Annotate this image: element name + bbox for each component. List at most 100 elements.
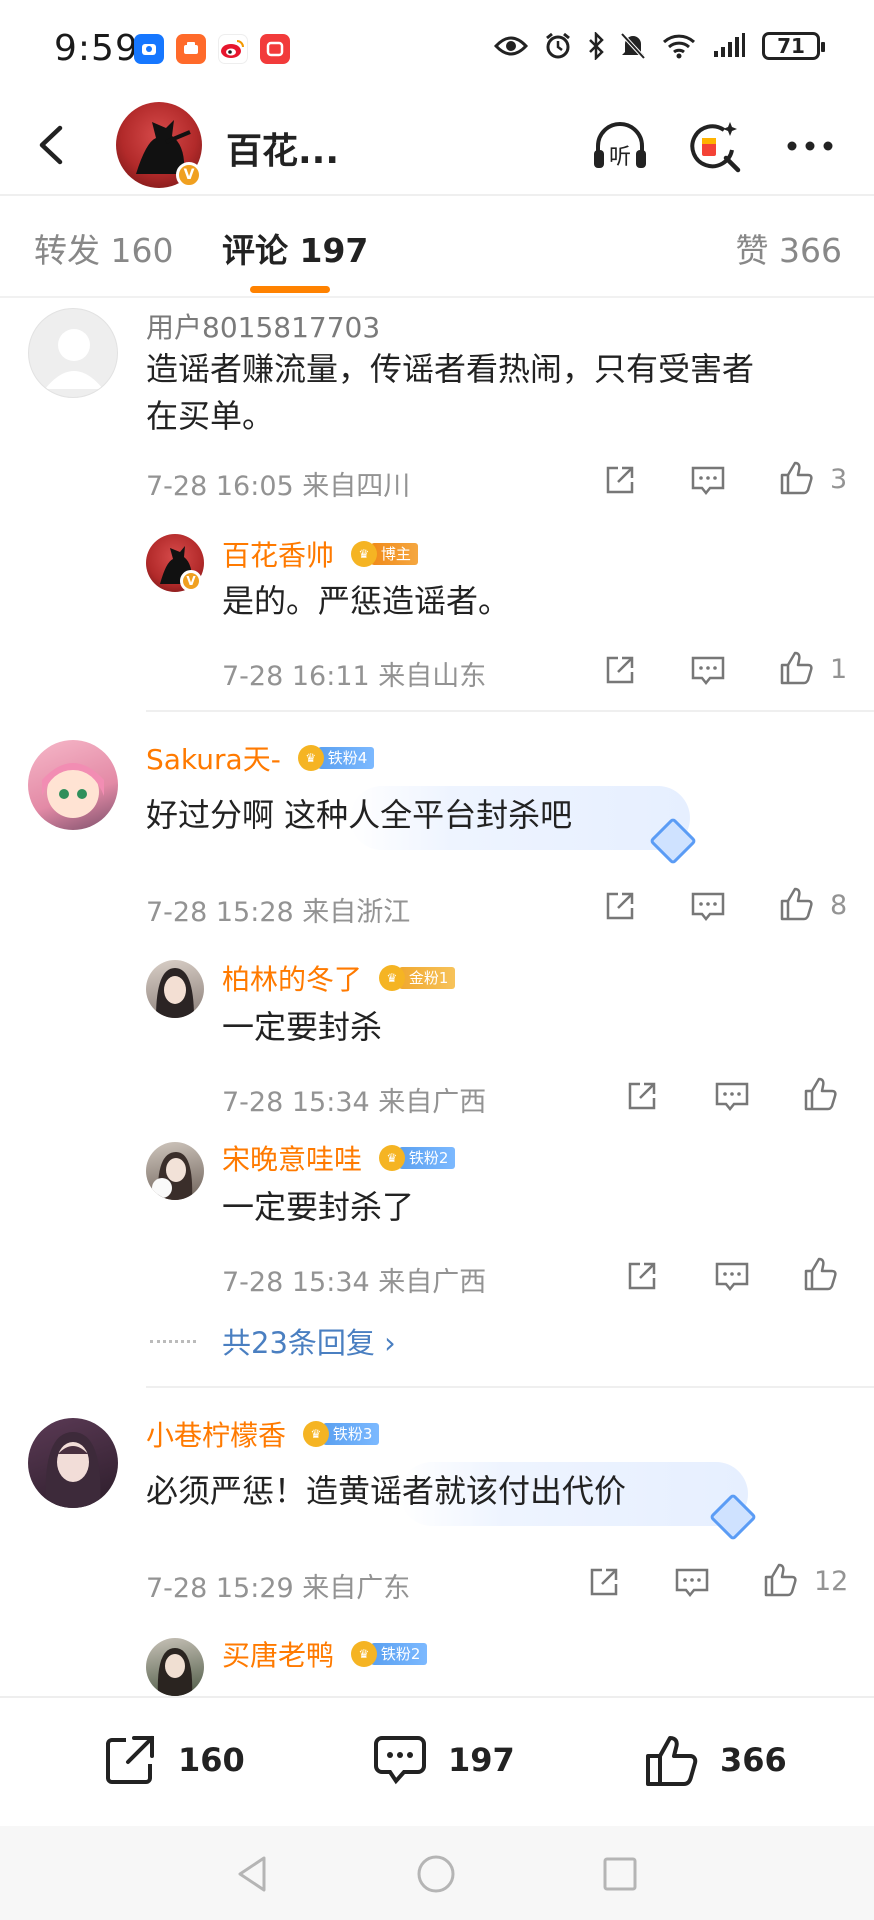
tab-likes[interactable]: 赞 366 (736, 224, 842, 272)
reply-text: 是的。严惩造谣者。 (222, 582, 511, 620)
weibo-icon (218, 34, 248, 64)
app-icon-red (260, 34, 290, 64)
app-icon-blue (134, 34, 164, 64)
like-icon[interactable] (776, 884, 816, 924)
comment-icon[interactable] (712, 1076, 752, 1116)
app-icon-orange (176, 34, 206, 64)
tab-comments[interactable]: 评论 197 (222, 224, 368, 272)
comment-icon[interactable] (688, 650, 728, 690)
nav-recents-icon[interactable] (598, 1852, 642, 1896)
reply-meta: 7-28 15:34 来自广西 (222, 1087, 487, 1118)
reply-meta: 7-28 15:34 来自广西 (222, 1267, 487, 1298)
nav-back-icon[interactable] (232, 1852, 276, 1896)
badge-label: 铁粉2 (370, 1643, 428, 1665)
comment-text-line: 在买单。 (146, 397, 275, 435)
title-bar: V 百花... 听 (0, 100, 874, 194)
crown-icon: ♛ (350, 1641, 377, 1667)
comment-icon[interactable] (688, 886, 728, 926)
share-icon[interactable] (584, 1562, 624, 1602)
like-icon[interactable] (776, 648, 816, 688)
fan-badge: ♛ 铁粉3 (302, 1421, 380, 1447)
reply-username[interactable]: 百花香帅 ♛ 博主 (222, 534, 418, 574)
repost-button[interactable]: 160 (100, 1730, 245, 1790)
wifi-icon (662, 34, 696, 59)
more-replies-link[interactable]: 共23条回复 › (222, 1320, 396, 1362)
fan-badge: ♛ 铁粉4 (297, 745, 375, 771)
comment-username[interactable]: 用户8015817703 (146, 306, 380, 346)
like-count: 12 (814, 1566, 849, 1597)
reply-username[interactable]: 柏林的冬了 ♛ 金粉1 (222, 958, 456, 998)
comment-separator (146, 710, 874, 712)
more-options-icon[interactable] (780, 116, 840, 176)
fan-badge: ♛ 铁粉2 (378, 1145, 456, 1171)
mute-icon (620, 32, 646, 60)
share-icon[interactable] (622, 1256, 662, 1296)
page-title[interactable]: 百花... (226, 122, 339, 174)
verified-badge-icon: V (176, 162, 202, 188)
comment-count: 197 (448, 1741, 515, 1779)
comment-icon[interactable] (672, 1562, 712, 1602)
search-redpacket-icon[interactable] (684, 116, 744, 176)
headphones-listen-icon[interactable]: 听 (590, 116, 650, 176)
more-replies-dots (150, 1340, 196, 1343)
share-icon[interactable] (600, 650, 640, 690)
comment-icon[interactable] (712, 1256, 752, 1296)
share-icon[interactable] (622, 1076, 662, 1116)
repost-count: 160 (178, 1741, 245, 1779)
comment-separator (146, 1386, 874, 1388)
user-avatar[interactable] (146, 960, 204, 1018)
like-icon[interactable] (800, 1074, 840, 1114)
alarm-icon (546, 32, 570, 59)
comment-button[interactable]: 197 (370, 1730, 515, 1790)
verified-badge-icon: V (180, 570, 202, 592)
comment-text: 好过分啊 这种人全平台封杀吧 (146, 796, 573, 834)
comment-username[interactable]: Sakura天- ♛ 铁粉4 (146, 738, 375, 778)
reply-username-text: 柏林的冬了 (222, 963, 363, 996)
badge-label: 博主 (370, 543, 418, 565)
tab-active-indicator (250, 286, 330, 293)
like-count: 3 (830, 464, 848, 495)
like-icon[interactable] (800, 1254, 840, 1294)
repost-icon (106, 1736, 154, 1784)
comment-icon[interactable] (688, 460, 728, 500)
eye-icon (494, 36, 528, 56)
like-count: 8 (830, 890, 848, 921)
nav-home-icon[interactable] (414, 1852, 458, 1896)
comment-username-text: 小巷柠檬香 (146, 1419, 287, 1452)
crown-icon: ♛ (297, 745, 324, 771)
like-button[interactable]: 366 (642, 1730, 787, 1790)
bluetooth-icon (589, 32, 604, 60)
crown-icon: ♛ (378, 965, 405, 991)
listen-label: 听 (609, 145, 631, 170)
reply-text: 一定要封杀 (222, 1008, 383, 1046)
status-time: 9:59 (54, 28, 139, 69)
crown-icon: ♛ (350, 541, 377, 567)
tab-reposts[interactable]: 转发 160 (34, 224, 173, 272)
reply-meta: 7-28 16:11 来自山东 (222, 661, 487, 692)
bottom-action-bar: 160 197 366 (0, 1696, 874, 1826)
comment-list[interactable]: 用户8015817703 造谣者赚流量，传谣者看热闹，只有受害者 在买单。 7-… (0, 298, 874, 1696)
notification-app-icons (134, 34, 290, 64)
user-avatar[interactable] (28, 1418, 118, 1508)
default-avatar[interactable] (28, 308, 118, 398)
share-icon[interactable] (600, 460, 640, 500)
like-count: 366 (720, 1741, 787, 1779)
like-icon[interactable] (776, 458, 816, 498)
comment-username[interactable]: 小巷柠檬香 ♛ 铁粉3 (146, 1414, 380, 1454)
weibo-comments-screen: 9:59 71 V 百花... 听 转发 160 评论 197 赞 366 用户… (0, 0, 874, 1920)
comment-text: 必须严惩！造黄谣者就该付出代价 (146, 1472, 627, 1510)
reply-username[interactable]: 宋晚意哇哇 ♛ 铁粉2 (222, 1138, 456, 1178)
comment-username-text: Sakura天- (146, 743, 281, 776)
user-avatar[interactable] (28, 740, 118, 830)
battery-indicator: 71 (762, 32, 825, 60)
reply-username[interactable]: 买唐老鸭 ♛ 铁粉2 (222, 1634, 428, 1674)
user-avatar[interactable] (146, 1638, 204, 1696)
host-badge: ♛ 博主 (350, 541, 418, 567)
comment-meta: 7-28 15:28 来自浙江 (146, 897, 411, 928)
share-icon[interactable] (600, 886, 640, 926)
crown-icon: ♛ (378, 1145, 405, 1171)
like-icon[interactable] (760, 1560, 800, 1600)
back-arrow-icon[interactable] (28, 120, 78, 170)
user-avatar[interactable] (146, 1142, 204, 1200)
comment-meta: 7-28 16:05 来自四川 (146, 471, 411, 502)
